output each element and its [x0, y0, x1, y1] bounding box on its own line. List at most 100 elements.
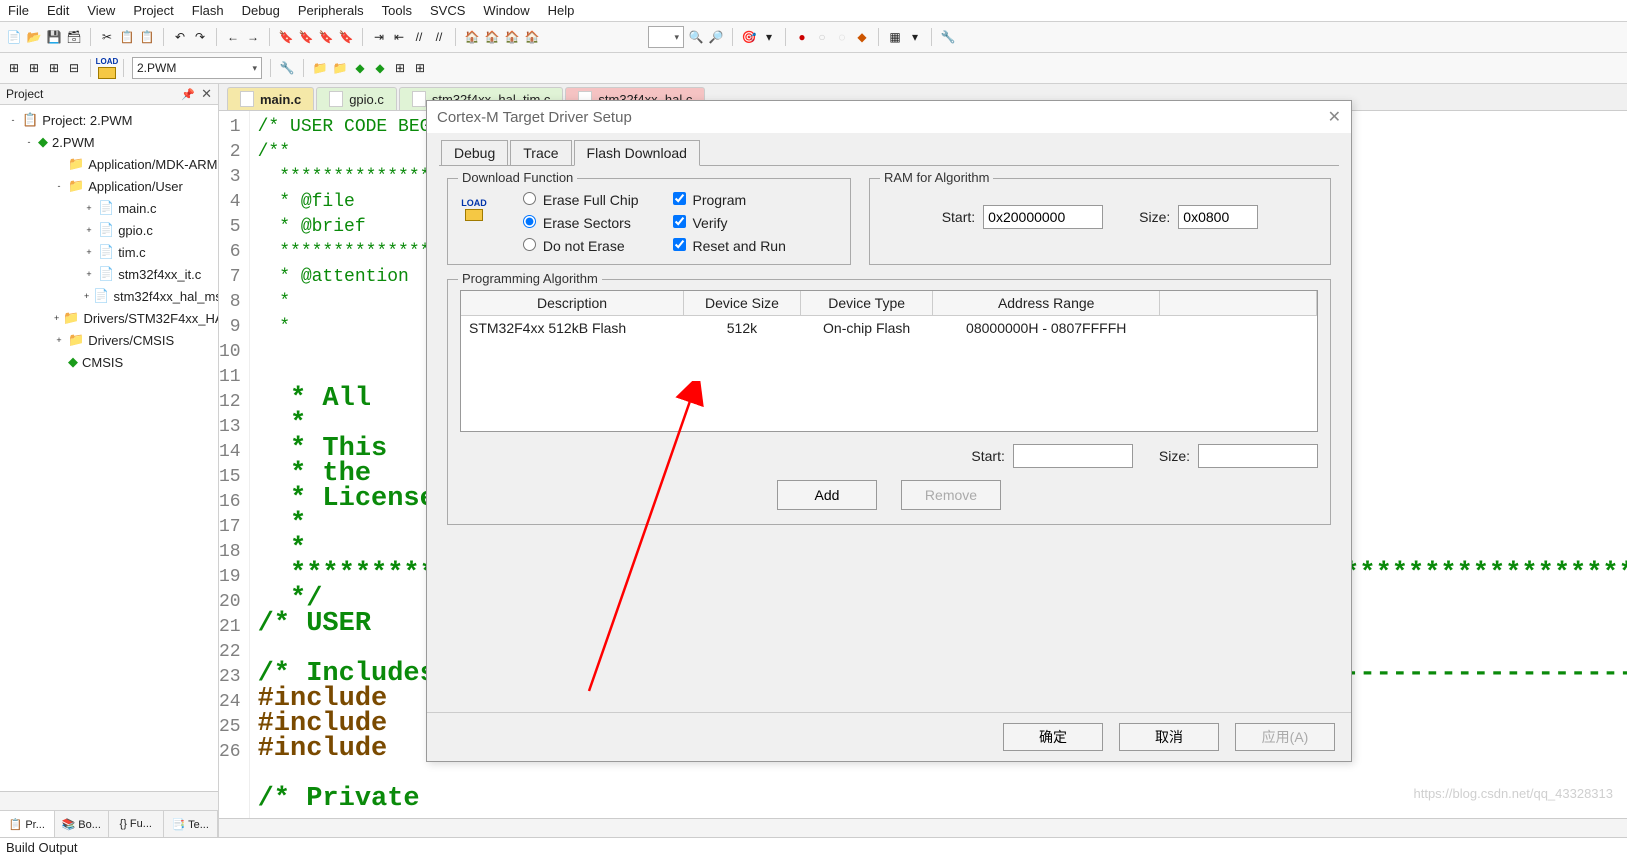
- open-icon[interactable]: 📂: [26, 29, 42, 45]
- tree-item[interactable]: +📄stm32f4xx_it.c: [6, 263, 218, 285]
- tree-hscroll[interactable]: [0, 791, 218, 810]
- manage2-icon[interactable]: 📁: [332, 60, 348, 76]
- bookmark-icon[interactable]: 🔖: [278, 29, 294, 45]
- ok-button[interactable]: 确定: [1003, 723, 1103, 751]
- incremental-icon[interactable]: 🔎: [708, 29, 724, 45]
- sidebar-tab[interactable]: {} Fu...: [109, 811, 164, 837]
- comment-icon[interactable]: //: [411, 29, 427, 45]
- ram-size-input[interactable]: [1178, 205, 1258, 229]
- editor-hscroll[interactable]: [219, 818, 1627, 837]
- find3-icon[interactable]: 🏠: [504, 29, 520, 45]
- undo-icon[interactable]: ↶: [172, 29, 188, 45]
- find-icon[interactable]: 🏠: [464, 29, 480, 45]
- back-icon[interactable]: ←: [225, 29, 241, 45]
- tree-item[interactable]: 📁Application/MDK-ARM: [6, 153, 218, 175]
- check-program[interactable]: Program: [669, 189, 786, 208]
- radio-erase-sectors[interactable]: Erase Sectors: [518, 212, 639, 231]
- outdent-icon[interactable]: ⇤: [391, 29, 407, 45]
- menu-edit[interactable]: Edit: [47, 3, 69, 18]
- saveall-icon[interactable]: 🗃: [66, 29, 82, 45]
- debug-drop-icon[interactable]: ▾: [761, 29, 777, 45]
- radio-erase-full-chip[interactable]: Erase Full Chip: [518, 189, 639, 208]
- ram-start-input[interactable]: [983, 205, 1103, 229]
- algo-cell[interactable]: STM32F4xx 512kB Flash: [461, 316, 684, 341]
- dialog-tab-debug[interactable]: Debug: [441, 140, 508, 166]
- rebuild-icon[interactable]: ⊞: [46, 60, 62, 76]
- bookmark-next-icon[interactable]: 🔖: [298, 29, 314, 45]
- sidebar-tab[interactable]: 📑 Te...: [164, 811, 219, 837]
- find-in-files-icon[interactable]: 🔍: [688, 29, 704, 45]
- sidebar-tab[interactable]: 📋 Pr...: [0, 811, 55, 837]
- bookmark-prev-icon[interactable]: 🔖: [318, 29, 334, 45]
- debug-icon[interactable]: 🎯: [741, 29, 757, 45]
- menu-window[interactable]: Window: [483, 3, 529, 18]
- tree-item[interactable]: +📄stm32f4xx_hal_msp.c: [6, 285, 218, 307]
- manage3-icon[interactable]: ◆: [352, 60, 368, 76]
- translate-icon[interactable]: ⊞: [6, 60, 22, 76]
- find4-icon[interactable]: 🏠: [524, 29, 540, 45]
- tree-item[interactable]: -📁Application/User: [6, 175, 218, 197]
- new-icon[interactable]: 📄: [6, 29, 22, 45]
- tree-item[interactable]: +📄tim.c: [6, 241, 218, 263]
- close-icon[interactable]: ✕: [201, 86, 212, 102]
- window-icon[interactable]: ▦: [887, 29, 903, 45]
- bp-enable-icon[interactable]: ○: [814, 29, 830, 45]
- algorithm-table[interactable]: DescriptionDevice SizeDevice TypeAddress…: [460, 290, 1318, 432]
- menu-debug[interactable]: Debug: [242, 3, 280, 18]
- algo-cell[interactable]: 512k: [684, 316, 801, 341]
- forward-icon[interactable]: →: [245, 29, 261, 45]
- bookmark-clear-icon[interactable]: 🔖: [338, 29, 354, 45]
- tree-item[interactable]: +📄main.c: [6, 197, 218, 219]
- window-drop-icon[interactable]: ▾: [907, 29, 923, 45]
- options-icon[interactable]: 🔧: [279, 60, 295, 76]
- manage6-icon[interactable]: ⊞: [412, 60, 428, 76]
- config-icon[interactable]: 🔧: [940, 29, 956, 45]
- build-icon[interactable]: ⊞: [26, 60, 42, 76]
- sidebar-tab[interactable]: 📚 Bo...: [55, 811, 110, 837]
- copy-icon[interactable]: 📋: [119, 29, 135, 45]
- menu-project[interactable]: Project: [133, 3, 173, 18]
- menu-tools[interactable]: Tools: [382, 3, 412, 18]
- project-tree[interactable]: -📋Project: 2.PWM -◆2.PWM📁Application/MDK…: [0, 105, 218, 791]
- pin-icon[interactable]: 📌: [181, 88, 195, 101]
- uncomment-icon[interactable]: //: [431, 29, 447, 45]
- algo-size-input[interactable]: [1198, 444, 1318, 468]
- manage-icon[interactable]: 📁: [312, 60, 328, 76]
- batch-icon[interactable]: ⊟: [66, 60, 82, 76]
- manage4-icon[interactable]: ◆: [372, 60, 388, 76]
- dialog-close-icon[interactable]: ✕: [1328, 107, 1341, 127]
- target-combo[interactable]: 2.PWM▾: [132, 57, 262, 79]
- bp-disable-icon[interactable]: ◌: [834, 29, 850, 45]
- editor-tab[interactable]: main.c: [227, 87, 314, 110]
- tree-item[interactable]: +📄gpio.c: [6, 219, 218, 241]
- redo-icon[interactable]: ↷: [192, 29, 208, 45]
- manage5-icon[interactable]: ⊞: [392, 60, 408, 76]
- menu-peripherals[interactable]: Peripherals: [298, 3, 364, 18]
- load-icon[interactable]: LOAD: [99, 60, 115, 76]
- apply-button[interactable]: 应用(A): [1235, 723, 1335, 751]
- check-verify[interactable]: Verify: [669, 212, 786, 231]
- algo-start-input[interactable]: [1013, 444, 1133, 468]
- algo-cell[interactable]: On-chip Flash: [800, 316, 933, 341]
- add-button[interactable]: Add: [777, 480, 877, 510]
- find2-icon[interactable]: 🏠: [484, 29, 500, 45]
- algo-cell[interactable]: 08000000H - 0807FFFFH: [933, 316, 1160, 341]
- tree-item[interactable]: ◆CMSIS: [6, 351, 218, 373]
- dialog-tab-trace[interactable]: Trace: [510, 140, 571, 166]
- menu-file[interactable]: File: [8, 3, 29, 18]
- cut-icon[interactable]: ✂: [99, 29, 115, 45]
- paste-icon[interactable]: 📋: [139, 29, 155, 45]
- cancel-button[interactable]: 取消: [1119, 723, 1219, 751]
- menu-svcs[interactable]: SVCS: [430, 3, 465, 18]
- tree-root[interactable]: Project: 2.PWM: [42, 113, 132, 128]
- save-icon[interactable]: 💾: [46, 29, 62, 45]
- menu-view[interactable]: View: [87, 3, 115, 18]
- radio-do-not-erase[interactable]: Do not Erase: [518, 235, 639, 254]
- tree-item[interactable]: -◆2.PWM: [6, 131, 218, 153]
- menu-flash[interactable]: Flash: [192, 3, 224, 18]
- check-reset-and-run[interactable]: Reset and Run: [669, 235, 786, 254]
- bp-insert-icon[interactable]: ●: [794, 29, 810, 45]
- editor-tab[interactable]: gpio.c: [316, 87, 397, 110]
- menu-help[interactable]: Help: [548, 3, 575, 18]
- remove-button[interactable]: Remove: [901, 480, 1001, 510]
